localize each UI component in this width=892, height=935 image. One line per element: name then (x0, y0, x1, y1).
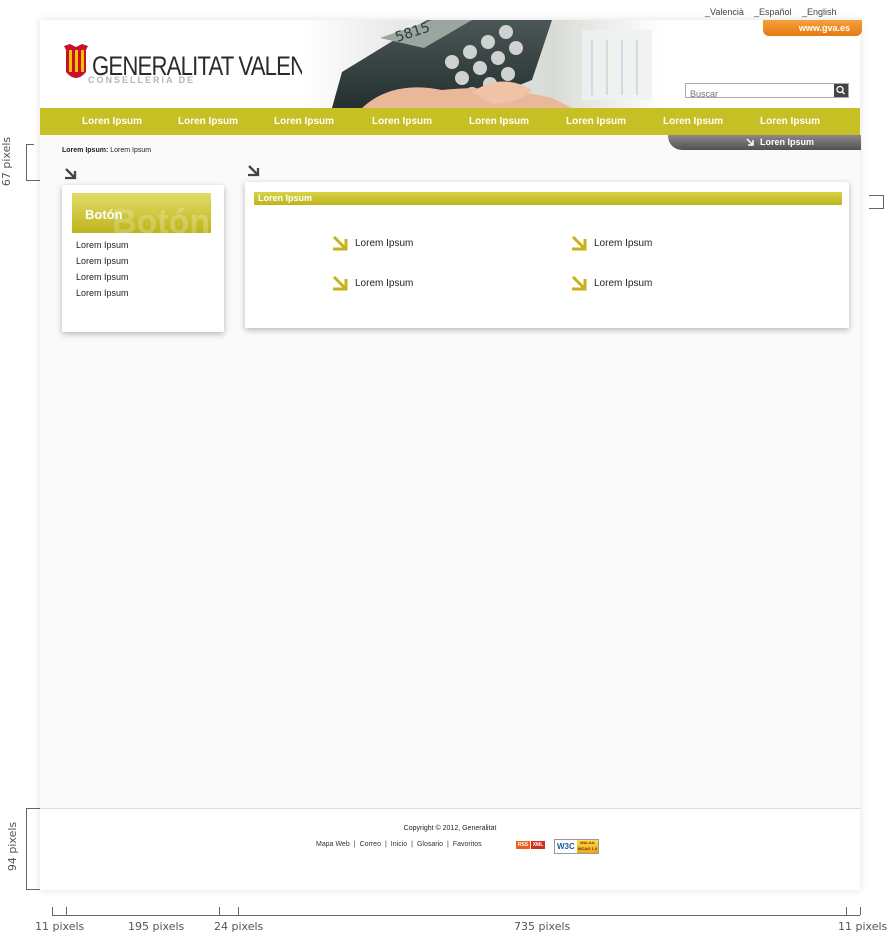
arrow-down-right-icon (248, 165, 260, 177)
quick-access-tab[interactable]: Loren Ipsum (668, 135, 861, 150)
coat-of-arms-icon (64, 44, 90, 88)
logo-subtitle: CONSELLERIA DE (88, 75, 196, 85)
content-link[interactable]: Lorem Ipsum (332, 274, 413, 292)
w3c-logo: W3C (557, 842, 575, 851)
header-hero-image: 5815 (302, 20, 662, 108)
guide-tick (219, 907, 220, 915)
nav-item-7[interactable]: Loren Ipsum (663, 108, 723, 135)
nav-item-6[interactable]: Loren Ipsum (566, 108, 626, 135)
guide-top-gap-label: 67 pixels (0, 136, 14, 187)
guide-right-mark-h2 (869, 208, 883, 209)
nav-item-3[interactable]: Loren Ipsum (274, 108, 334, 135)
arrow-down-right-icon (332, 275, 348, 290)
content-link-label: Lorem Ipsum (594, 277, 653, 289)
panel-title: Loren Ipsum (254, 192, 842, 205)
content-link[interactable]: Lorem Ipsum (571, 234, 652, 252)
guide-tick (66, 907, 67, 915)
site-header: GENERALITAT VALENCIANA CONSELLERIA DE 58… (40, 20, 860, 108)
search-box (685, 83, 849, 101)
footer-link-sitemap[interactable]: Mapa Web (316, 841, 350, 848)
lang-espanol[interactable]: _Español (754, 7, 792, 17)
wai-aa-label: WAI-AA WCAG 1.0 (576, 840, 598, 853)
sidebar-link[interactable]: Lorem Ipsum (76, 272, 129, 282)
sidebar-button-watermark: Botón (112, 203, 211, 233)
sidebar-box: Botón Botón Lorem Ipsum Lorem Ipsum Lore… (62, 185, 224, 332)
search-icon (836, 85, 845, 95)
content-link[interactable]: Lorem Ipsum (571, 274, 652, 292)
sidebar-button[interactable]: Botón Botón (72, 193, 211, 233)
sidebar-link[interactable]: Lorem Ipsum (76, 288, 129, 298)
lang-valencia[interactable]: _Valencià (705, 7, 744, 17)
lang-english[interactable]: _English (802, 7, 837, 17)
guide-left-margin-label: 11 pixels (35, 920, 85, 933)
guide-sidebar-width-label: 195 pixels (128, 920, 185, 933)
content-link-label: Lorem Ipsum (355, 277, 414, 289)
sidebar-link[interactable]: Lorem Ipsum (76, 240, 129, 250)
guide-right-mark-v (883, 195, 884, 209)
guide-top-bracket-v (26, 144, 27, 181)
breadcrumb-current: Lorem Ipsum: (62, 147, 109, 154)
rss-badge[interactable]: RSS (516, 841, 530, 849)
search-input[interactable] (686, 87, 834, 101)
main-nav: Loren Ipsum Loren Ipsum Loren Ipsum Lore… (40, 108, 860, 135)
nav-item-1[interactable]: Loren Ipsum (82, 108, 142, 135)
footer-link-glossary[interactable]: Glosario (417, 841, 443, 848)
guide-content-width-label: 735 pixels (514, 920, 571, 933)
arrow-down-right-icon (65, 168, 77, 180)
search-button[interactable] (834, 84, 848, 97)
nav-item-5[interactable]: Loren Ipsum (469, 108, 529, 135)
content-link-label: Lorem Ipsum (355, 237, 414, 249)
guide-top-bracket-h1 (26, 144, 34, 145)
content-link-label: Lorem Ipsum (594, 237, 653, 249)
guide-tick (52, 907, 53, 915)
content-link[interactable]: Lorem Ipsum (332, 234, 413, 252)
footer-link-favorites[interactable]: Favoritos (453, 841, 482, 848)
page-frame: GENERALITAT VALENCIANA CONSELLERIA DE 58… (40, 20, 862, 890)
w3c-wai-badge[interactable]: W3C WAI-AA WCAG 1.0 (554, 839, 599, 854)
nav-item-8[interactable]: Loren Ipsum (760, 108, 820, 135)
guide-right-mark-h1 (869, 195, 883, 196)
arrow-down-right-icon (571, 235, 587, 250)
copyright: Copyright © 2012, Generalitat (403, 825, 497, 832)
gva-link[interactable]: www.gva.es (763, 20, 862, 36)
breadcrumb-trail[interactable]: Lorem Ipsum (108, 147, 151, 154)
guide-footer-bracket-v (26, 808, 27, 889)
guide-right-margin-label: 11 pixels (838, 920, 888, 933)
footer-link-mail[interactable]: Correo (360, 841, 381, 848)
sidebar-link[interactable]: Lorem Ipsum (76, 256, 129, 266)
guide-footer-bracket-h2 (26, 889, 40, 890)
guide-gutter-label: 24 pixels (214, 920, 264, 933)
guide-footer-label: 94 pixels (6, 821, 20, 872)
quick-tab-label: Loren Ipsum (759, 137, 814, 147)
arrow-down-right-icon (332, 235, 348, 250)
content-panel: Loren Ipsum Lorem Ipsum Lorem Ipsum Lore… (245, 182, 849, 328)
sidebar-button-label: Botón (85, 207, 123, 222)
guide-tick (238, 907, 239, 915)
nav-item-2[interactable]: Loren Ipsum (178, 108, 238, 135)
nav-item-4[interactable]: Loren Ipsum (372, 108, 432, 135)
footer-links: Mapa Web | Correo | Inicio | Glosario | Favorito… (316, 841, 482, 848)
breadcrumb: Lorem Ipsum: Lorem Ipsum (62, 147, 151, 154)
footer-link-home[interactable]: Inicio (391, 841, 407, 848)
guide-tick (846, 907, 847, 915)
guide-bottom-line (52, 915, 860, 916)
arrow-down-right-icon (746, 138, 754, 146)
xml-badge[interactable]: XML (531, 841, 545, 849)
guide-footer-bracket-h1 (26, 808, 40, 809)
guide-tick (860, 907, 861, 915)
arrow-down-right-icon (571, 275, 587, 290)
site-footer: Copyright © 2012, Generalitat Mapa Web | C… (40, 808, 860, 890)
